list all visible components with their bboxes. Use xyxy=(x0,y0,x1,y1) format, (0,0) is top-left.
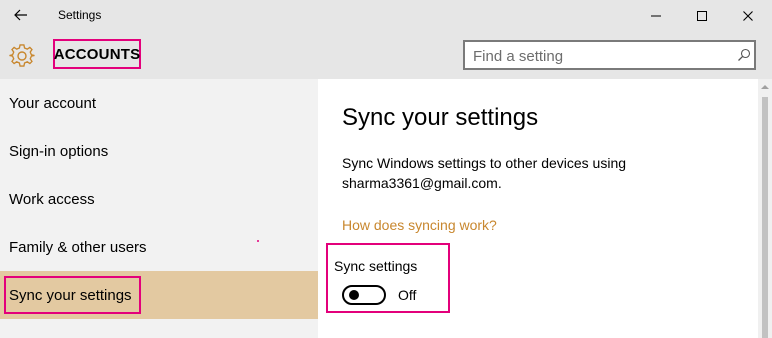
sidebar-item-label: Sync your settings xyxy=(9,286,132,304)
vertical-scrollbar[interactable] xyxy=(758,79,772,338)
maximize-icon xyxy=(697,11,707,21)
minimize-button[interactable] xyxy=(633,0,679,31)
settings-header: ACCOUNTS xyxy=(0,31,772,79)
sync-settings-label: Sync settings xyxy=(334,258,418,274)
stray-mark xyxy=(257,240,259,242)
sidebar-item-label: Your account xyxy=(9,94,97,112)
sidebar-item-sign-in-options[interactable]: Sign-in options xyxy=(0,127,318,175)
title-bar: Settings xyxy=(0,0,772,31)
back-button[interactable] xyxy=(8,3,34,27)
sync-description: Sync Windows settings to other devices u… xyxy=(342,155,627,191)
sidebar-item-your-account[interactable]: Your account xyxy=(0,79,318,127)
scroll-up-arrow-icon[interactable] xyxy=(761,84,769,90)
sidebar: Your account Sign-in options Work access… xyxy=(0,79,318,338)
toggle-state-text: Off xyxy=(398,287,417,303)
sidebar-item-label: Sign-in options xyxy=(9,142,109,160)
scrollbar-thumb[interactable] xyxy=(762,97,768,338)
back-arrow-icon xyxy=(14,9,27,21)
section-title: ACCOUNTS xyxy=(53,39,141,69)
gear-icon xyxy=(9,44,35,67)
search-icon[interactable] xyxy=(737,48,751,62)
app-title: Settings xyxy=(58,8,102,22)
maximize-button[interactable] xyxy=(679,0,725,31)
close-icon xyxy=(743,11,753,21)
sidebar-item-sync-your-settings[interactable]: Sync your settings xyxy=(0,271,318,319)
main-content: Sync your settings Sync Windows settings… xyxy=(318,79,758,338)
sidebar-item-label: Family & other users xyxy=(9,238,147,256)
close-button[interactable] xyxy=(725,0,771,31)
sidebar-item-work-access[interactable]: Work access xyxy=(0,175,318,223)
how-syncing-works-link[interactable]: How does syncing work? xyxy=(342,217,497,233)
search-input[interactable] xyxy=(473,46,723,66)
search-box[interactable] xyxy=(463,40,756,70)
page-title: Sync your settings xyxy=(342,104,539,131)
sync-settings-toggle[interactable] xyxy=(342,285,386,305)
sidebar-item-family-other-users[interactable]: Family & other users xyxy=(0,223,318,271)
sidebar-item-label: Work access xyxy=(9,190,95,208)
minimize-icon xyxy=(651,15,661,17)
toggle-knob xyxy=(349,290,359,300)
